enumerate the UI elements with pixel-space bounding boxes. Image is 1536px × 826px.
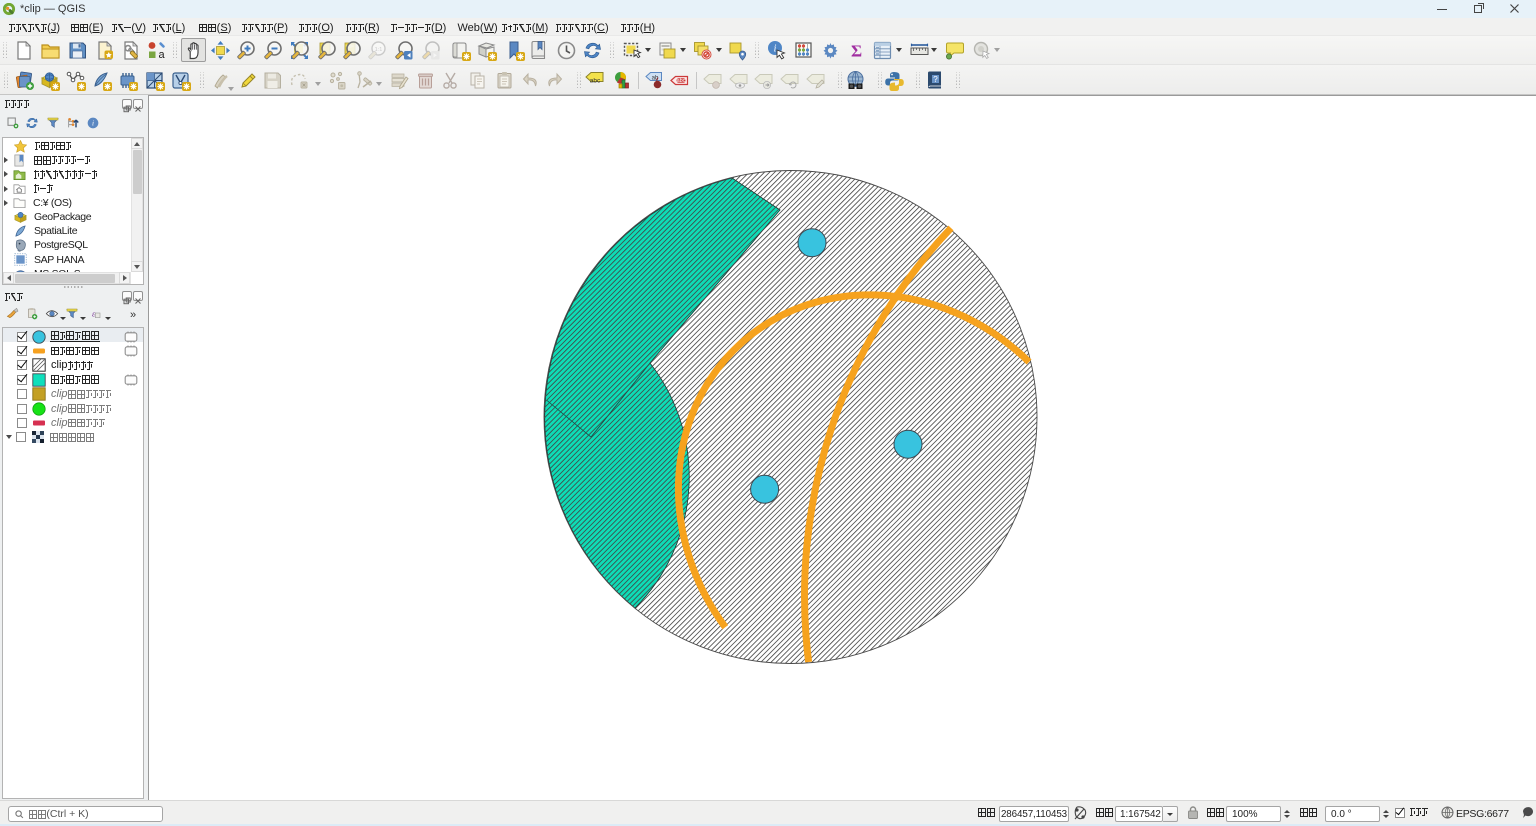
svg-text:abc: abc	[676, 78, 685, 84]
svg-text:Σ: Σ	[850, 41, 861, 60]
svg-text:a: a	[158, 49, 165, 61]
svg-text:1:1: 1:1	[374, 47, 382, 53]
svg-text:?: ?	[933, 75, 938, 84]
svg-text:i: i	[773, 43, 776, 54]
svg-text:i: i	[92, 119, 94, 128]
